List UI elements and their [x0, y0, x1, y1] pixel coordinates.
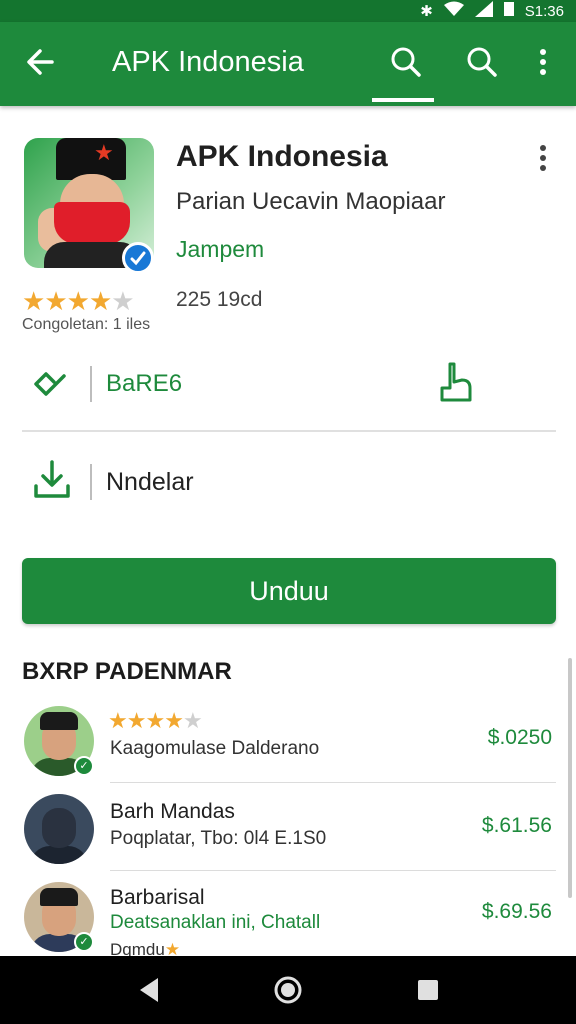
list-item-subtitle: Kaagomulase Dalderano [110, 738, 320, 759]
list-item-subtitle: Deatsanaklan ini, Chatall [110, 912, 321, 933]
developer-link[interactable]: Jampem [176, 236, 264, 263]
list-item-price[interactable]: $.61.56 [482, 814, 552, 838]
divider [110, 870, 556, 871]
verified-badge-icon [122, 242, 154, 274]
app-title: APK Indonesia [176, 140, 388, 173]
rating-stars: ★★★★★ [108, 708, 203, 733]
navigation-bar [0, 956, 576, 1024]
divider [22, 430, 556, 432]
list-item[interactable]: ✓ ★★★★★ Kaagomulase Dalderano $.0250 [0, 706, 576, 792]
divider [90, 464, 92, 500]
nav-home-icon[interactable] [272, 974, 304, 1006]
list-item-subtitle: Poqplatar, Tbo: 0l4 E.1S0 [110, 828, 327, 849]
rating-label: Congoletan: 1 iles [22, 316, 151, 333]
nav-recent-apps-icon[interactable] [414, 976, 442, 1004]
divider [110, 782, 556, 783]
app-bar-title: APK Indonesia [112, 46, 304, 78]
app-bar: APK Indonesia [0, 22, 576, 106]
download-row[interactable]: Nndelar [22, 456, 556, 512]
scrollbar[interactable] [568, 658, 572, 898]
thumbs-up-icon[interactable] [432, 358, 480, 406]
share-row[interactable]: BaRE6 [22, 358, 556, 414]
active-tab-indicator [372, 98, 434, 102]
verified-check-icon: ✓ [74, 756, 94, 776]
status-time: S1:36 [524, 2, 564, 20]
app-details: ★ APK Indonesia Parian Uecavin Maopiaar … [0, 106, 576, 959]
install-button[interactable]: Unduu [22, 558, 556, 624]
download-icon[interactable] [30, 458, 74, 502]
wifi-icon [443, 1, 465, 21]
bug-icon: ✱ [420, 3, 433, 20]
rating-count: 225 19cd [176, 288, 263, 311]
divider [90, 366, 92, 402]
section-title: BXRP PADENMAR [22, 658, 232, 685]
search-icon[interactable] [386, 42, 426, 82]
search-icon[interactable] [462, 42, 502, 82]
more-vert-icon[interactable] [532, 44, 554, 80]
more-vert-icon[interactable] [532, 142, 554, 174]
battery-icon [503, 1, 515, 21]
list-item-name: Barh Mandas [110, 800, 235, 823]
share-label[interactable]: BaRE6 [106, 370, 182, 398]
list-item-name: Barbarisal [110, 886, 205, 909]
app-subtitle: Parian Uecavin Maopiaar [176, 188, 446, 215]
list-item[interactable]: Barh Mandas Poqplatar, Tbo: 0l4 E.1S0 $.… [0, 794, 576, 880]
nav-back-icon[interactable] [134, 974, 166, 1006]
rating-stars: ★★★★★ [22, 286, 135, 316]
avatar [24, 794, 94, 864]
status-bar: ✱ S1:36 [0, 0, 576, 22]
verified-check-icon: ✓ [74, 932, 94, 952]
list-item-price[interactable]: $.69.56 [482, 900, 552, 924]
download-label[interactable]: Nndelar [106, 468, 194, 497]
signal-icon [474, 1, 493, 21]
share-icon[interactable] [30, 364, 70, 404]
list-item-price[interactable]: $.0250 [488, 726, 552, 750]
back-arrow-icon[interactable] [22, 42, 62, 82]
